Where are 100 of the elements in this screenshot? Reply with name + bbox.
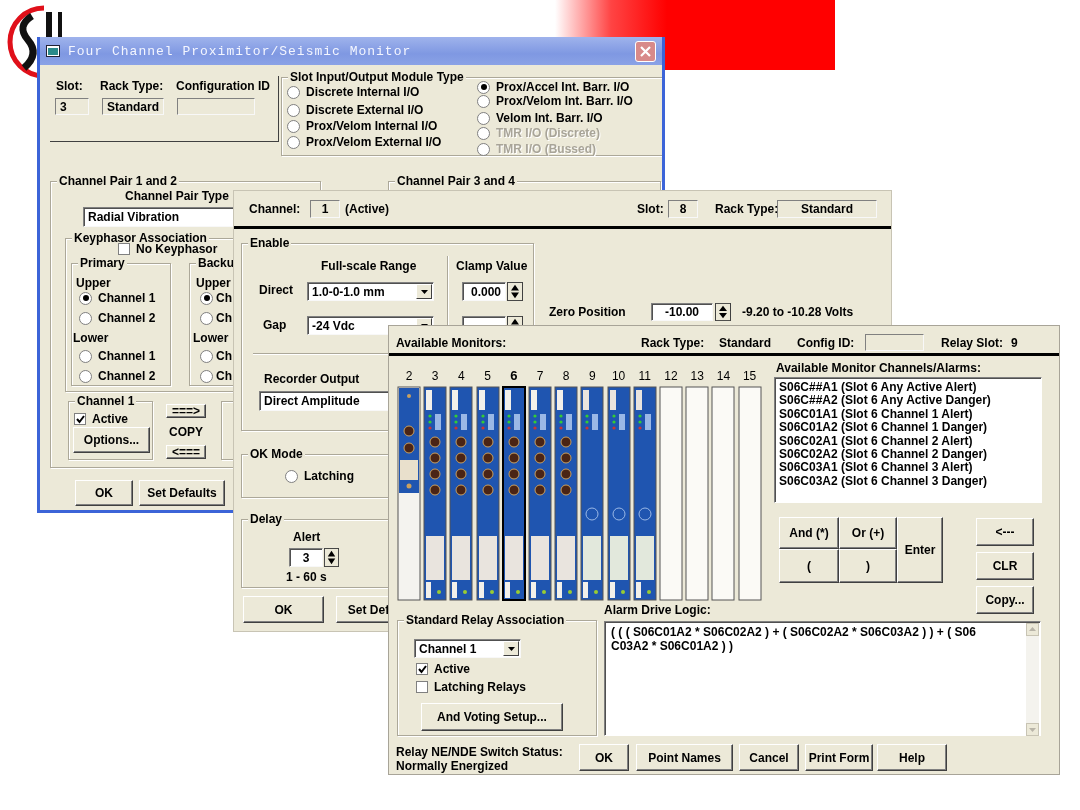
radio-button[interactable]: Latching: [285, 469, 354, 483]
scrollbar[interactable]: [1026, 623, 1039, 736]
radio-circle[interactable]: [477, 94, 490, 108]
rack-module-drawing[interactable]: [632, 386, 657, 601]
close-paren-button[interactable]: ): [839, 549, 897, 583]
alert-delay-field[interactable]: 3: [289, 548, 323, 567]
radio-circle[interactable]: [287, 135, 300, 149]
print-form-button[interactable]: Print Form: [805, 744, 873, 771]
radio-circle[interactable]: [79, 311, 92, 325]
point-names-button[interactable]: Point Names: [636, 744, 733, 771]
radio-button[interactable]: Prox/Velom Internal I/O: [287, 119, 438, 133]
spinner-icon[interactable]: [507, 282, 523, 301]
status-text: (Active): [345, 202, 389, 216]
set-defaults-button[interactable]: Set Defaults: [139, 480, 225, 506]
rack-module-drawing[interactable]: [554, 386, 579, 601]
radio-button[interactable]: Ch: [200, 311, 232, 325]
slot-field[interactable]: 3: [55, 98, 89, 115]
radio-circle[interactable]: [285, 469, 298, 483]
rack-module-drawing[interactable]: [528, 386, 552, 601]
rack-module-drawing[interactable]: [449, 386, 474, 601]
rack-module-drawing[interactable]: [580, 386, 605, 601]
close-button[interactable]: [635, 40, 656, 62]
empty-slot[interactable]: [737, 386, 762, 601]
and-button[interactable]: And (*): [779, 517, 839, 549]
checkbox[interactable]: Active: [74, 412, 129, 426]
spinner-icon[interactable]: [324, 548, 339, 567]
rack-type-field[interactable]: Standard: [102, 98, 164, 115]
spinner-icon[interactable]: [715, 303, 731, 321]
list-item[interactable]: S06C##A1 (Slot 6 Any Active Alert): [779, 381, 1037, 395]
clear-button[interactable]: CLR: [976, 552, 1034, 580]
list-item[interactable]: S06C02A2 (Slot 6 Channel 2 Danger): [779, 448, 1037, 462]
radio-button[interactable]: Channel 2: [79, 369, 156, 383]
checkbox[interactable]: Latching Relays: [416, 680, 527, 694]
radio-circle[interactable]: [287, 119, 300, 133]
help-button[interactable]: Help: [877, 744, 947, 771]
radio-button[interactable]: Discrete Internal I/O: [287, 85, 420, 99]
radio-circle[interactable]: [79, 291, 92, 305]
radio-circle[interactable]: [79, 349, 92, 363]
zero-position-field[interactable]: -10.00: [651, 303, 713, 321]
copy-right-button[interactable]: ===>: [166, 404, 206, 418]
radio-button[interactable]: Ch: [200, 291, 232, 305]
radio-circle[interactable]: [200, 311, 213, 325]
rack-module-drawing[interactable]: [423, 386, 448, 601]
radio-circle[interactable]: [477, 80, 490, 94]
radio-button[interactable]: Ch: [200, 369, 232, 383]
ok-button[interactable]: OK: [579, 744, 629, 771]
radio-button[interactable]: Channel 2: [79, 311, 156, 325]
rack-module-drawing[interactable]: [475, 386, 500, 601]
checkbox[interactable]: Active: [416, 662, 471, 676]
check-icon: [417, 664, 427, 674]
logic-text-area[interactable]: ( ( ( S06C01A2 * S06C02A2 ) + ( S06C02A2 * S06C03A2 ) ) + ( S06 C03A2 * S06C01A2 ) ): [604, 621, 1041, 736]
rack-module-drawing[interactable]: [501, 386, 526, 601]
radio-button[interactable]: Ch: [200, 349, 232, 363]
radio-button[interactable]: Channel 1: [79, 291, 156, 305]
copy-left-button[interactable]: <===: [166, 445, 206, 459]
channel-field[interactable]: 1: [310, 200, 340, 218]
radio-circle[interactable]: [200, 291, 213, 305]
slot-field[interactable]: 8: [668, 200, 698, 218]
rack-module-drawing[interactable]: [397, 386, 421, 601]
list-item[interactable]: S06C01A1 (Slot 6 Channel 1 Alert): [779, 407, 1037, 422]
dropdown[interactable]: 1.0-0-1.0 mm: [307, 282, 434, 301]
rack-module-drawing[interactable]: [606, 386, 631, 601]
list-item[interactable]: S06C03A1 (Slot 6 Channel 3 Alert): [779, 461, 1037, 475]
radio-circle[interactable]: [200, 349, 213, 363]
clamp-field[interactable]: 0.000: [462, 282, 506, 301]
radio-button[interactable]: Discrete External I/O: [287, 103, 424, 117]
ok-button[interactable]: OK: [243, 596, 324, 623]
list-item[interactable]: S06C02A1 (Slot 6 Channel 2 Alert): [779, 434, 1037, 449]
dropdown[interactable]: Channel 1: [414, 639, 521, 658]
backspace-button[interactable]: <---: [976, 518, 1034, 546]
empty-slot[interactable]: [711, 386, 736, 601]
radio-circle[interactable]: [287, 85, 300, 99]
config-id-field[interactable]: [865, 334, 924, 351]
channel-list[interactable]: [774, 377, 1042, 503]
copy-button[interactable]: Copy...: [976, 586, 1034, 614]
radio-circle[interactable]: [477, 111, 490, 125]
checkbox[interactable]: No Keyphasor: [118, 242, 218, 256]
radio-circle[interactable]: [200, 369, 213, 383]
radio-button[interactable]: Velom Int. Barr. I/O: [477, 111, 603, 125]
options-button[interactable]: Options...: [73, 427, 150, 453]
empty-slot[interactable]: [685, 386, 710, 601]
voting-setup-button[interactable]: And Voting Setup...: [421, 703, 563, 731]
list-item[interactable]: S06C03A2 (Slot 6 Channel 3 Danger): [779, 474, 1037, 489]
radio-circle[interactable]: [287, 103, 300, 117]
list-item[interactable]: S06C01A2 (Slot 6 Channel 1 Danger): [779, 421, 1037, 435]
range-text: 1 - 60 s: [286, 570, 327, 584]
list-item[interactable]: S06C##A2 (Slot 6 Any Active Danger): [779, 394, 1037, 408]
or-button[interactable]: Or (+): [839, 517, 897, 549]
radio-circle[interactable]: [79, 369, 92, 383]
radio-button[interactable]: Prox/Velom External I/O: [287, 135, 442, 149]
enter-button[interactable]: Enter: [897, 517, 943, 583]
radio-button[interactable]: Prox/Accel Int. Barr. I/O: [477, 80, 630, 94]
cancel-button[interactable]: Cancel: [739, 744, 799, 771]
radio-button[interactable]: Prox/Velom Int. Barr. I/O: [477, 94, 633, 108]
rack-type-field[interactable]: Standard: [777, 200, 877, 218]
open-paren-button[interactable]: (: [779, 549, 839, 583]
field-label: Slot:: [637, 202, 664, 216]
radio-button[interactable]: Channel 1: [79, 349, 156, 363]
config-id-field[interactable]: [177, 98, 255, 115]
ok-button[interactable]: OK: [75, 480, 133, 506]
